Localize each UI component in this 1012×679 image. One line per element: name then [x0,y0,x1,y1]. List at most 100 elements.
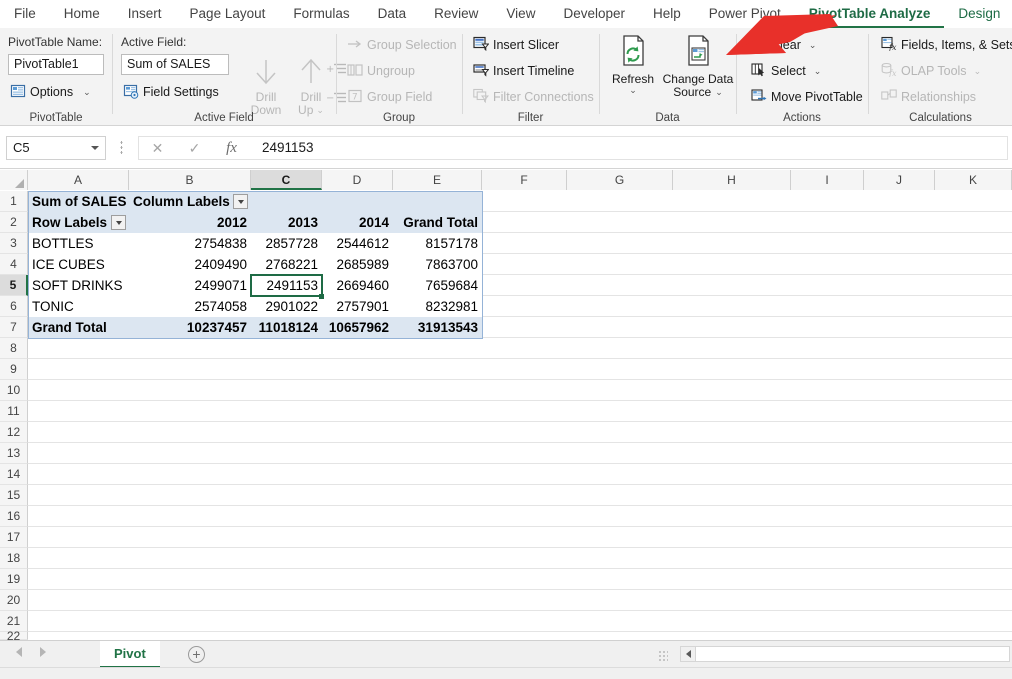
insert-function-icon[interactable]: fx [213,140,250,157]
cell-e2-grand-total-header[interactable]: Grand Total [393,212,482,233]
select-all-corner[interactable] [0,170,28,190]
row-header-19[interactable]: 19 [0,569,28,590]
cell-c6-value[interactable]: 2901022 [251,296,322,317]
cell-c2-year-2013[interactable]: 2013 [251,212,322,233]
column-header-g[interactable]: G [567,170,673,190]
horizontal-scrollbar[interactable] [680,646,1010,662]
insert-timeline-button[interactable]: Insert Timeline [471,60,576,82]
column-header-k[interactable]: K [935,170,1012,190]
clear-button[interactable]: Clear ⌄ [749,34,818,56]
row-header-17[interactable]: 17 [0,527,28,548]
row-header-10[interactable]: 10 [0,380,28,401]
column-header-a[interactable]: A [28,170,129,190]
row-header-20[interactable]: 20 [0,590,28,611]
cell-d2-year-2014[interactable]: 2014 [322,212,393,233]
tab-developer[interactable]: Developer [549,0,639,28]
column-header-h[interactable]: H [673,170,791,190]
row-header-8[interactable]: 8 [0,338,28,359]
column-header-f[interactable]: F [482,170,567,190]
tab-review[interactable]: Review [420,0,492,28]
column-header-i[interactable]: I [791,170,864,190]
change-data-source-button[interactable]: Change Data Source ⌄ [662,34,734,99]
chevron-down-icon[interactable] [91,146,99,150]
cell-b6-value[interactable]: 2574058 [129,296,251,317]
cell-c7-grand-total[interactable]: 11018124 [251,317,322,338]
cell-b1-column-labels[interactable]: Column Labels [129,191,232,212]
cell-d6-value[interactable]: 2757901 [322,296,393,317]
pivottable-name-input[interactable]: PivotTable1 [8,54,104,75]
cell-e4-row-total[interactable]: 7863700 [393,254,482,275]
cell-c3-value[interactable]: 2857728 [251,233,322,254]
scroll-left-button[interactable] [681,647,696,661]
cell-a5-row-label[interactable]: SOFT DRINKS [28,275,129,296]
cell-e6-row-total[interactable]: 8232981 [393,296,482,317]
cell-d4-value[interactable]: 2685989 [322,254,393,275]
cell-b5-value[interactable]: 2499071 [129,275,251,296]
field-settings-button[interactable]: Field Settings [121,81,221,103]
cell-a1-value-field-label[interactable]: Sum of SALES [28,191,129,212]
fields-items-sets-button[interactable]: fx Fields, Items, & Sets ⌄ [879,34,1012,56]
row-header-22[interactable]: 22 [0,630,28,642]
column-labels-filter-button[interactable] [233,194,248,209]
cell-c4-value[interactable]: 2768221 [251,254,322,275]
cell-d3-value[interactable]: 2544612 [322,233,393,254]
cell-e5-row-total[interactable]: 7659684 [393,275,482,296]
row-header-14[interactable]: 14 [0,464,28,485]
row-header-5[interactable]: 5 [0,275,28,296]
cell-a6-row-label[interactable]: TONIC [28,296,129,317]
enter-formula-icon[interactable]: ✓ [176,140,213,157]
column-header-c[interactable]: C [251,170,322,190]
row-header-16[interactable]: 16 [0,506,28,527]
select-button[interactable]: Select ⌄ [749,60,823,82]
cell-a4-row-label[interactable]: ICE CUBES [28,254,129,275]
cell-c5-value-selected[interactable]: 2491153 [251,275,322,296]
tab-design[interactable]: Design [944,0,1012,28]
tab-formulas[interactable]: Formulas [279,0,363,28]
column-header-e[interactable]: E [393,170,482,190]
sheet-prev-icon[interactable] [16,647,22,657]
row-header-6[interactable]: 6 [0,296,28,317]
row-header-18[interactable]: 18 [0,548,28,569]
cell-a3-row-label[interactable]: BOTTLES [28,233,129,254]
row-labels-filter-button[interactable] [111,215,126,230]
sheet-next-icon[interactable] [40,647,46,657]
cell-e7-grand-total[interactable]: 31913543 [393,317,482,338]
cell-b4-value[interactable]: 2409490 [129,254,251,275]
cell-b3-value[interactable]: 2754838 [129,233,251,254]
insert-slicer-button[interactable]: Insert Slicer [471,34,561,56]
cancel-formula-icon[interactable]: ✕ [139,140,176,157]
column-header-j[interactable]: J [864,170,935,190]
pivottable-options-button[interactable]: Options ⌄ [8,81,93,103]
tab-view[interactable]: View [492,0,549,28]
cell-d5-value[interactable]: 2669460 [322,275,393,296]
fill-handle[interactable] [319,294,324,299]
cell-e3-row-total[interactable]: 8157178 [393,233,482,254]
tab-page-layout[interactable]: Page Layout [176,0,280,28]
cell-b2-year-2012[interactable]: 2012 [129,212,251,233]
column-header-d[interactable]: D [322,170,393,190]
row-header-4[interactable]: 4 [0,254,28,275]
column-header-b[interactable]: B [129,170,251,190]
row-header-1[interactable]: 1 [0,191,28,212]
row-header-13[interactable]: 13 [0,443,28,464]
tab-data[interactable]: Data [364,0,421,28]
cell-d7-grand-total[interactable]: 10657962 [322,317,393,338]
tab-insert[interactable]: Insert [114,0,176,28]
tab-help[interactable]: Help [639,0,695,28]
move-pivottable-button[interactable]: Move PivotTable [749,86,865,108]
row-header-11[interactable]: 11 [0,401,28,422]
row-header-15[interactable]: 15 [0,485,28,506]
row-header-12[interactable]: 12 [0,422,28,443]
tab-file[interactable]: File [0,0,50,28]
sheet-splitter-grip[interactable] [658,650,668,661]
active-field-input[interactable]: Sum of SALES [121,54,229,75]
sheet-tab-pivot[interactable]: Pivot [100,641,160,668]
row-header-3[interactable]: 3 [0,233,28,254]
tab-power-pivot[interactable]: Power Pivot [695,0,795,28]
row-header-2[interactable]: 2 [0,212,28,233]
cell-a2-row-labels[interactable]: Row Labels [28,212,110,233]
add-sheet-button[interactable]: + [188,646,205,663]
row-header-9[interactable]: 9 [0,359,28,380]
formula-input[interactable]: 2491153 [250,136,1008,160]
tab-pivottable-analyze[interactable]: PivotTable Analyze [794,0,945,28]
